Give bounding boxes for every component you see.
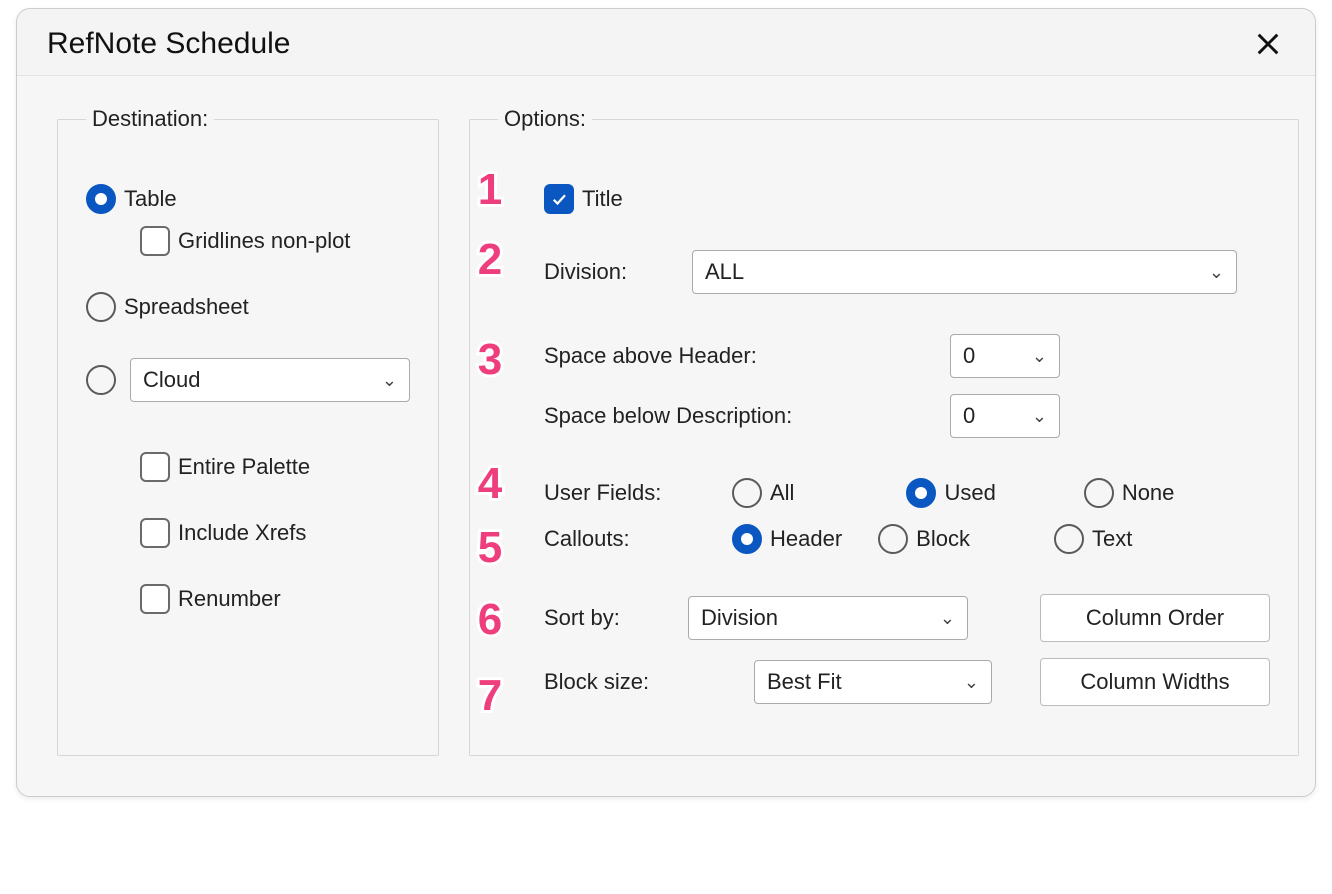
chevron-down-icon: ⌄ [964, 672, 979, 693]
annotation-2: 2 [464, 232, 516, 288]
checkbox-title[interactable]: Title [544, 184, 1270, 214]
annotation-4: 4 [464, 456, 516, 512]
block-size-value: Best Fit [767, 669, 842, 695]
options-legend: Options: [498, 106, 592, 132]
sort-by-label: Sort by: [544, 605, 664, 631]
radio-mark-icon [86, 365, 116, 395]
chevron-down-icon: ⌄ [1032, 406, 1047, 427]
space-above-select[interactable]: 0 ⌄ [950, 334, 1060, 378]
annotation-7: 7 [464, 668, 516, 724]
checkbox-renumber[interactable]: Renumber [140, 584, 410, 614]
division-value: ALL [705, 259, 744, 285]
checkbox-include-xrefs[interactable]: Include Xrefs [140, 518, 410, 548]
block-size-label: Block size: [544, 669, 664, 695]
destination-legend: Destination: [86, 106, 214, 132]
sort-by-select[interactable]: Division ⌄ [688, 596, 968, 640]
radio-table[interactable]: Table [86, 184, 410, 214]
radio-uf-all-label: All [770, 480, 794, 506]
close-button[interactable] [1251, 27, 1285, 61]
checkbox-gridlines[interactable]: Gridlines non-plot [140, 226, 410, 256]
radio-co-header-label: Header [770, 526, 842, 552]
checkbox-icon [544, 184, 574, 214]
column-widths-button[interactable]: Column Widths [1040, 658, 1270, 706]
space-below-value: 0 [963, 403, 975, 429]
division-select[interactable]: ALL ⌄ [692, 250, 1237, 294]
chevron-down-icon: ⌄ [1209, 262, 1224, 283]
radio-uf-used-label: Used [944, 480, 995, 506]
radio-spreadsheet-label: Spreadsheet [124, 294, 249, 320]
radio-uf-none-label: None [1122, 480, 1175, 506]
dialog-title: RefNote Schedule [47, 27, 291, 61]
division-label: Division: [544, 259, 674, 285]
radio-co-header[interactable]: Header [732, 524, 842, 554]
close-icon [1254, 30, 1282, 58]
space-below-label: Space below Description: [544, 403, 854, 429]
radio-mark-icon [732, 478, 762, 508]
chevron-down-icon: ⌄ [1032, 346, 1047, 367]
checkbox-icon [140, 452, 170, 482]
options-group: Options: 1 2 3 4 5 6 7 Title [469, 106, 1299, 756]
refnote-schedule-dialog: RefNote Schedule Destination: Table Grid… [16, 8, 1316, 797]
radio-uf-used[interactable]: Used [906, 478, 995, 508]
radio-co-text-label: Text [1092, 526, 1132, 552]
radio-mark-icon [906, 478, 936, 508]
annotation-5: 5 [464, 520, 516, 576]
space-above-value: 0 [963, 343, 975, 369]
checkbox-include-xrefs-label: Include Xrefs [178, 520, 306, 546]
annotation-3: 3 [464, 332, 516, 388]
radio-mark-icon [86, 184, 116, 214]
sort-by-value: Division [701, 605, 778, 631]
radio-mark-icon [732, 524, 762, 554]
checkbox-entire-palette-label: Entire Palette [178, 454, 310, 480]
checkbox-icon [140, 518, 170, 548]
destination-group: Destination: Table Gridlines non-plot Sp… [57, 106, 439, 756]
cloud-select[interactable]: Cloud ⌄ [130, 358, 410, 402]
block-size-select[interactable]: Best Fit ⌄ [754, 660, 992, 704]
radio-mark-icon [86, 292, 116, 322]
radio-uf-all[interactable]: All [732, 478, 794, 508]
checkbox-icon [140, 584, 170, 614]
column-order-button[interactable]: Column Order [1040, 594, 1270, 642]
space-above-label: Space above Header: [544, 343, 854, 369]
radio-co-block-label: Block [916, 526, 970, 552]
radio-spreadsheet[interactable]: Spreadsheet [86, 292, 410, 322]
checkbox-entire-palette[interactable]: Entire Palette [140, 452, 410, 482]
checkbox-renumber-label: Renumber [178, 586, 281, 612]
cloud-select-value: Cloud [143, 367, 200, 393]
user-fields-label: User Fields: [544, 480, 714, 506]
radio-table-label: Table [124, 186, 177, 212]
space-below-select[interactable]: 0 ⌄ [950, 394, 1060, 438]
radio-co-text[interactable]: Text [1054, 524, 1132, 554]
radio-cloud[interactable] [86, 365, 116, 395]
title-bar: RefNote Schedule [17, 9, 1315, 76]
radio-mark-icon [878, 524, 908, 554]
annotation-1: 1 [464, 162, 516, 218]
radio-mark-icon [1084, 478, 1114, 508]
radio-uf-none[interactable]: None [1084, 478, 1175, 508]
checkbox-title-label: Title [582, 186, 623, 212]
radio-mark-icon [1054, 524, 1084, 554]
chevron-down-icon: ⌄ [940, 608, 955, 629]
annotation-6: 6 [464, 592, 516, 648]
radio-co-block[interactable]: Block [878, 524, 970, 554]
checkbox-gridlines-label: Gridlines non-plot [178, 228, 350, 254]
checkbox-icon [140, 226, 170, 256]
chevron-down-icon: ⌄ [382, 370, 397, 391]
callouts-label: Callouts: [544, 526, 714, 552]
